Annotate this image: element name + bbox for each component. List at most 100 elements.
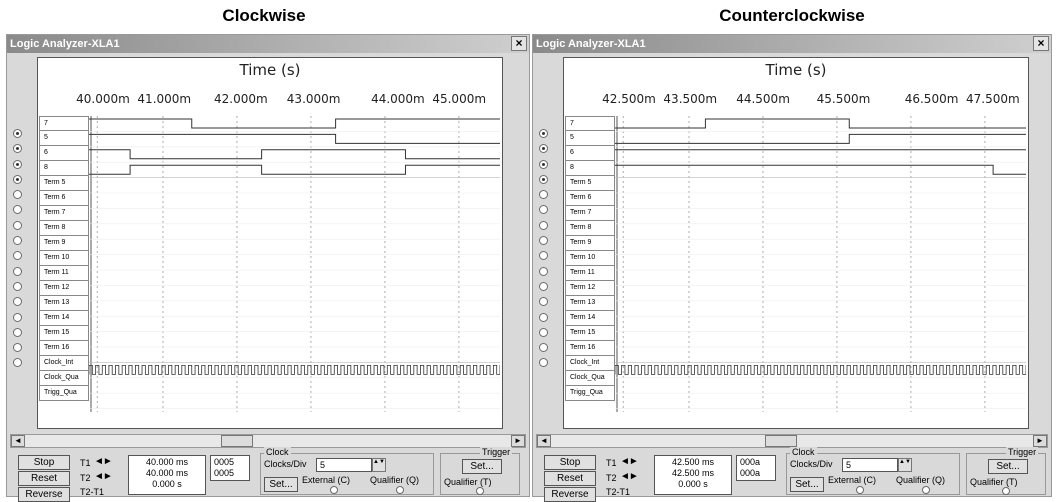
channel-radio[interactable] [539,129,548,138]
channel-label: Term 14 [39,311,89,326]
waveform-channel-8 [89,164,500,175]
channel-radio[interactable] [539,358,548,368]
channel-radio[interactable] [13,266,22,276]
t2-arrow-icons[interactable]: ◄► [94,471,113,482]
channel-radio[interactable] [539,144,548,154]
trigger-group-title: Trigger [1006,447,1039,457]
channel-radio[interactable] [13,327,22,337]
channel-radio[interactable] [13,190,22,200]
channel-label: 8 [39,161,89,176]
time-tick-label: 42.500m [602,92,656,106]
external-clock-label: External (C) [828,475,877,485]
channel-label: 7 [565,116,615,131]
control-panel: Stop Reset Reverse T1 ◄► T2 ◄► T2-T1 40.000 ms 40… [10,447,526,502]
channel-label: 7 [39,116,89,131]
scroll-left-button[interactable]: ◄ [537,435,551,447]
channel-radio[interactable] [13,358,22,368]
channel-label: Term 13 [39,296,89,311]
scroll-right-button[interactable]: ► [1033,435,1047,447]
scroll-left-button[interactable]: ◄ [11,435,25,447]
clock-group-title: Clock [264,447,291,457]
horizontal-scrollbar[interactable]: ◄ ► [10,434,526,448]
window-title: Logic Analyzer-XLA1 [536,38,646,50]
stop-button[interactable]: Stop [18,455,70,470]
channel-radio[interactable] [13,312,22,322]
channel-radio[interactable] [13,297,22,307]
qualifier-q-radio[interactable] [396,486,404,494]
reverse-button[interactable]: Reverse [544,487,596,502]
waveform-channel-8 [615,164,1026,175]
t2t1-label: T2-T1 [606,487,631,497]
channel-label: Term 12 [565,281,615,296]
reset-button[interactable]: Reset [544,471,596,486]
channel-radio[interactable] [539,343,548,353]
channel-label: 5 [565,131,615,146]
channel-label: Term 13 [565,296,615,311]
channel-radio[interactable] [539,174,548,184]
qualifier-t-radio[interactable] [1002,487,1010,495]
qualifier-t-radio[interactable] [476,487,484,495]
close-button[interactable]: × [1033,36,1049,51]
channel-radio[interactable] [539,281,548,291]
clocks-div-input[interactable]: 5 [316,458,372,472]
channel-radio[interactable] [539,312,548,322]
channel-radio[interactable] [13,236,22,246]
channel-radio[interactable] [13,174,22,184]
t1-arrow-icons[interactable]: ◄► [620,456,639,467]
channel-radio[interactable] [539,236,548,246]
t1-arrow-icons[interactable]: ◄► [94,456,113,467]
channel-label: Term 16 [39,341,89,356]
t1-hex: 000a [740,457,761,467]
trigger-set-button[interactable]: Set... [462,459,502,474]
channel-radio[interactable] [13,129,22,138]
clock-set-button[interactable]: Set... [790,477,824,492]
stop-button[interactable]: Stop [544,455,596,470]
t2-label: T2 [80,473,91,483]
channel-radio[interactable] [13,220,22,230]
channel-radio[interactable] [13,251,22,261]
channel-radio[interactable] [539,327,548,337]
t2-arrow-icons[interactable]: ◄► [620,471,639,482]
channel-radio[interactable] [13,159,22,169]
channel-labels: 7 5 6 8 Term 5 Term 6 Term 7 Term 8 Term 9 Term 1… [565,116,615,401]
reset-button[interactable]: Reset [18,471,70,486]
channel-radio[interactable] [539,297,548,307]
external-clock-radio[interactable] [856,486,864,494]
channel-label: Term 6 [39,191,89,206]
channel-radio[interactable] [13,343,22,353]
time-tick-label: 43.500m [663,92,718,106]
channel-radio[interactable] [13,281,22,291]
channel-label: Clock_Qua [565,371,615,386]
channel-radio[interactable] [539,159,548,169]
channel-radio[interactable] [539,251,548,261]
time-tick-label: 44.500m [736,92,790,106]
channel-radio[interactable] [539,266,548,276]
waveform-channel-7 [615,118,1026,129]
channel-label: Term 8 [565,221,615,236]
external-clock-radio[interactable] [330,486,338,494]
clock-set-button[interactable]: Set... [264,477,298,492]
channel-radio[interactable] [13,205,22,215]
qualifier-t-label: Qualifier (T) [444,477,492,487]
trigger-set-button[interactable]: Set... [988,459,1028,474]
clocks-div-spinner-icon[interactable]: ▲▼ [898,458,912,472]
t2t1-label: T2-T1 [80,487,105,497]
scroll-thumb[interactable] [765,435,797,447]
window-titlebar[interactable]: Logic Analyzer-XLA1 × [533,35,1051,53]
waveform-channel-5 [615,133,1026,144]
channel-radio[interactable] [13,144,22,154]
channel-radio[interactable] [539,190,548,200]
reverse-button[interactable]: Reverse [18,487,70,502]
window-titlebar[interactable]: Logic Analyzer-XLA1 × [7,35,529,53]
clocks-div-input[interactable]: 5 [842,458,898,472]
close-button[interactable]: × [511,36,527,51]
channel-label: Clock_Qua [39,371,89,386]
logic-analyzer-window-cw: Logic Analyzer-XLA1 × Time (s) 40.000m 41.00… [6,34,530,502]
scroll-right-button[interactable]: ► [511,435,525,447]
scroll-thumb[interactable] [221,435,253,447]
qualifier-q-radio[interactable] [922,486,930,494]
channel-radio[interactable] [539,220,548,230]
horizontal-scrollbar[interactable]: ◄ ► [536,434,1048,448]
clocks-div-spinner-icon[interactable]: ▲▼ [372,458,386,472]
channel-radio[interactable] [539,205,548,215]
